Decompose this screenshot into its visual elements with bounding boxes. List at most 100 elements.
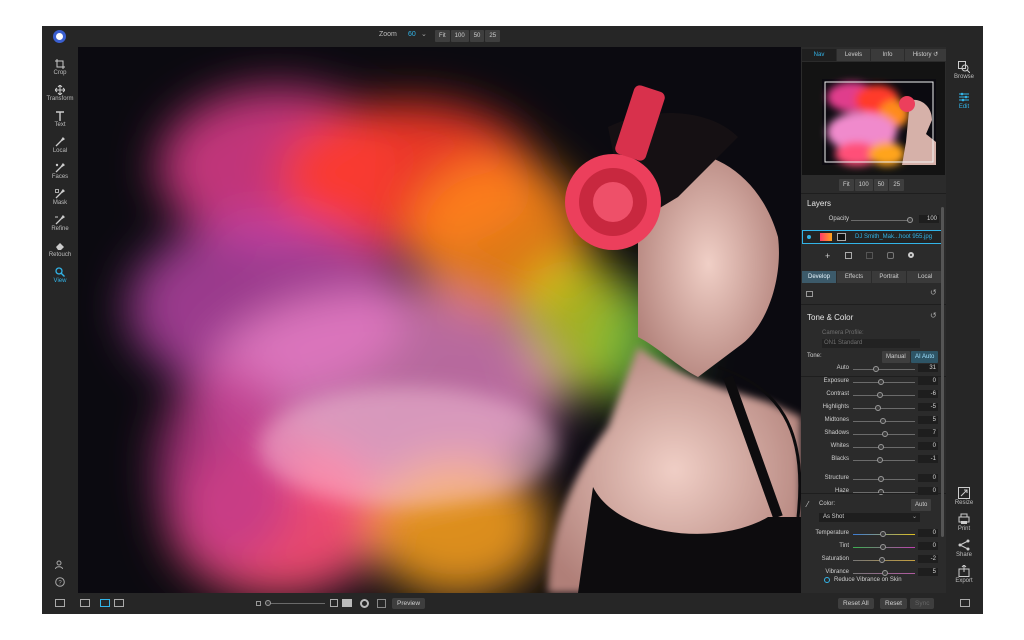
tab-portrait[interactable]: Portrait	[872, 271, 906, 283]
toggle-left-panel-icon[interactable]	[55, 599, 65, 607]
tab-effects[interactable]: Effects	[837, 271, 871, 283]
slider-knob[interactable]	[878, 489, 884, 495]
nav-25-button[interactable]: 25	[889, 179, 905, 191]
panel-scrollbar[interactable]	[941, 207, 944, 537]
reset-button[interactable]: Reset	[880, 598, 907, 609]
slider-value[interactable]: -2	[918, 555, 938, 563]
sync-button[interactable]: Sync	[910, 598, 935, 609]
tool-transform[interactable]: Transform	[42, 85, 78, 102]
preview-button[interactable]: Preview	[392, 598, 426, 609]
slider-knob[interactable]	[878, 476, 884, 482]
opacity-slider-knob[interactable]	[907, 217, 913, 223]
slider-knob[interactable]	[880, 531, 886, 537]
slider-knob[interactable]	[875, 405, 881, 411]
module-browse[interactable]: Browse	[946, 61, 982, 80]
slider-knob[interactable]	[882, 431, 888, 437]
zoom-50-button[interactable]: 50	[469, 30, 485, 42]
compare-view-icon[interactable]	[114, 599, 124, 607]
zoom-fit-button[interactable]: Fit	[435, 30, 450, 42]
layer-name[interactable]: DJ Smith_Mak...hoot 955.jpg	[855, 234, 932, 240]
slider-value[interactable]: 0	[918, 442, 938, 450]
slider-value[interactable]: 0	[918, 529, 938, 537]
navigator-preview[interactable]	[802, 62, 945, 175]
tool-retouch[interactable]: Retouch	[42, 241, 78, 258]
slider-knob[interactable]	[877, 392, 883, 398]
reset-all-button[interactable]: Reset All	[838, 598, 874, 609]
slider-knob[interactable]	[878, 379, 884, 385]
clipping-icon[interactable]	[377, 599, 386, 608]
tone-manual-button[interactable]: Manual	[882, 351, 910, 363]
auto-value[interactable]: 31	[918, 364, 938, 372]
zoom-value[interactable]: 60	[408, 31, 416, 38]
print-button[interactable]: Print	[946, 513, 982, 532]
preset-icon[interactable]	[806, 291, 813, 297]
slider-knob[interactable]	[879, 557, 885, 563]
slider-value[interactable]: 5	[918, 416, 938, 424]
reset-tone-icon[interactable]: ↺	[930, 311, 937, 320]
slider-value[interactable]: -1	[918, 455, 938, 463]
filmstrip-icon[interactable]	[80, 599, 90, 607]
slider-track[interactable]	[853, 382, 915, 383]
resize-button[interactable]: Resize	[946, 487, 982, 506]
slider-value[interactable]: 0	[918, 377, 938, 385]
slider-value[interactable]: 7	[918, 429, 938, 437]
auto-slider-knob[interactable]	[873, 366, 879, 372]
white-balance-select[interactable]: As Shot ⌄	[819, 513, 920, 522]
thumbnail-size-knob[interactable]	[265, 600, 271, 606]
tool-crop[interactable]: Crop	[42, 59, 78, 76]
nav-100-button[interactable]: 100	[854, 179, 873, 191]
slider-track[interactable]	[853, 408, 915, 409]
tab-history[interactable]: History ↺	[905, 49, 946, 61]
export-button[interactable]: Export	[946, 565, 982, 584]
thumbnail-size-slider[interactable]	[265, 603, 325, 604]
slider-track[interactable]	[853, 460, 915, 461]
slider-value[interactable]: 5	[918, 568, 938, 576]
opacity-value[interactable]: 100	[919, 215, 939, 223]
eyedropper-icon[interactable]: ⁄	[807, 500, 808, 509]
slider-value[interactable]: -6	[918, 390, 938, 398]
module-edit[interactable]: Edit	[946, 91, 982, 110]
delete-layer-icon[interactable]	[887, 252, 894, 259]
slider-knob[interactable]	[878, 444, 884, 450]
slider-track[interactable]	[853, 395, 915, 396]
color-auto-button[interactable]: Auto	[911, 499, 932, 511]
tool-text[interactable]: Text	[42, 111, 78, 128]
slider-track[interactable]	[853, 479, 915, 480]
tool-local[interactable]: Local	[42, 137, 78, 154]
toggle-right-panel-icon[interactable]	[960, 599, 970, 607]
slider-knob[interactable]	[882, 570, 888, 576]
tab-info[interactable]: Info	[871, 49, 904, 61]
tab-nav[interactable]: Nav	[802, 49, 836, 61]
slider-knob[interactable]	[877, 457, 883, 463]
reduce-vibrance-checkbox[interactable]	[824, 577, 830, 583]
camera-profile-select[interactable]: ON1 Standard	[822, 339, 920, 348]
tool-refine[interactable]: Refine	[42, 215, 78, 232]
nav-50-button[interactable]: 50	[873, 179, 889, 191]
slider-value[interactable]: -5	[918, 403, 938, 411]
slider-value[interactable]: 0	[918, 474, 938, 482]
zoom-25-button[interactable]: 25	[485, 30, 501, 42]
slider-knob[interactable]	[880, 418, 886, 424]
merge-layer-icon[interactable]	[866, 252, 873, 259]
slider-knob[interactable]	[880, 544, 886, 550]
help-icon[interactable]: ?	[55, 577, 65, 587]
slider-track[interactable]	[853, 447, 915, 448]
tab-local[interactable]: Local	[907, 271, 943, 283]
zoom-chevron-down-icon[interactable]: ⌄	[421, 30, 427, 38]
tool-view[interactable]: View	[42, 267, 78, 284]
zoom-100-button[interactable]: 100	[450, 30, 469, 42]
tone-ai-auto-button[interactable]: AI Auto	[911, 351, 939, 363]
single-view-icon[interactable]	[100, 599, 110, 607]
auto-slider-track[interactable]	[853, 369, 915, 370]
opacity-slider-track[interactable]	[851, 220, 911, 221]
duplicate-layer-icon[interactable]	[845, 252, 852, 259]
tool-mask[interactable]: Mask	[42, 189, 78, 206]
text-overlay-icon[interactable]	[342, 599, 352, 607]
add-layer-icon[interactable]: +	[825, 251, 830, 261]
tab-develop[interactable]: Develop	[802, 271, 836, 283]
share-button[interactable]: Share	[946, 539, 982, 558]
layer-settings-gear-icon[interactable]	[908, 252, 914, 258]
reset-develop-icon[interactable]: ↺	[930, 288, 937, 297]
tool-faces[interactable]: Faces	[42, 163, 78, 180]
nav-fit-button[interactable]: Fit	[839, 179, 854, 191]
